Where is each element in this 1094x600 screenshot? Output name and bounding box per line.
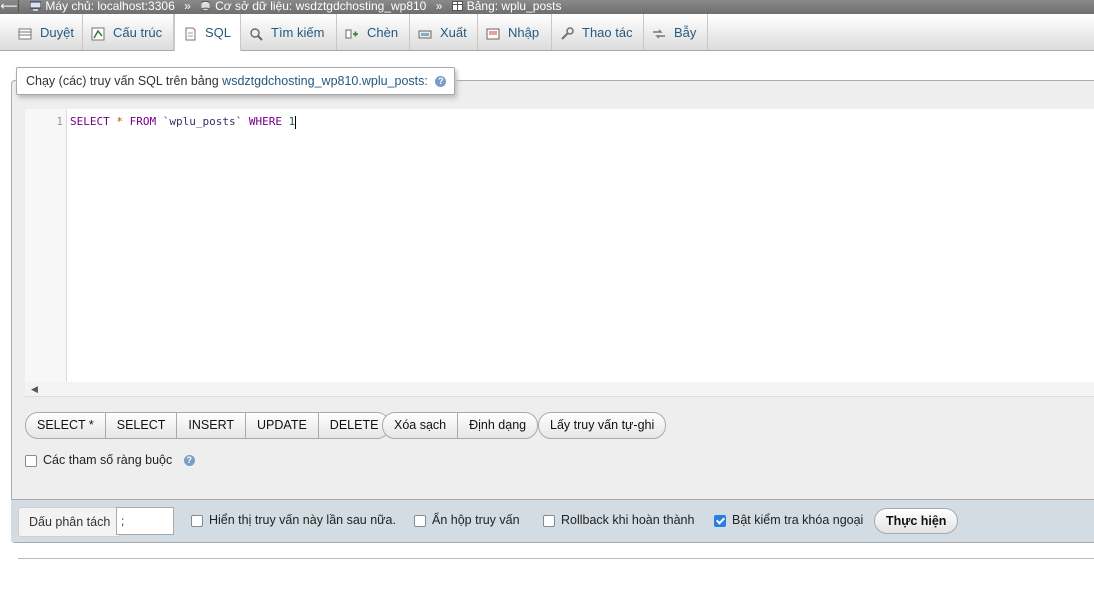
delimiter-label: Dấu phân tách [18,507,122,537]
breadcrumb-server[interactable]: Máy chủ: localhost:3306 [30,0,175,12]
token-star: * [116,115,123,128]
query-legend: Chạy (các) truy vấn SQL trên bảng wsdztg… [16,67,456,95]
tab-sql[interactable]: SQL [174,14,241,51]
show-again-option[interactable]: Hiển thị truy vấn này lần sau nữa. [191,513,396,527]
horizontal-scrollbar[interactable]: ◀ [25,382,1094,396]
bind-params-checkbox[interactable] [25,454,37,467]
back-arrow-icon[interactable]: ⟵ [0,0,19,12]
fk-check-option[interactable]: Bật kiểm tra khóa ngoại [714,513,863,527]
import-icon [486,28,500,40]
server-icon [30,1,42,11]
tab-export[interactable]: Xuất [410,14,478,50]
divider [18,558,1094,559]
clear-button[interactable]: Xóa sạch [383,413,457,438]
wrench-icon [561,26,574,40]
structure-icon [91,27,105,41]
edit-buttons: Xóa sạch Định dạng [382,412,539,439]
search-icon [250,27,263,41]
get-bookmark-button[interactable]: Lấy truy vấn tự-ghi [539,413,665,438]
tab-insert[interactable]: Chèn [337,14,410,50]
tab-operations[interactable]: Thao tác [552,14,644,50]
tab-search[interactable]: Tìm kiếm [241,14,337,50]
text-cursor [295,115,297,129]
tab-import[interactable]: Nhập [478,14,552,50]
line-gutter: 1 [25,109,67,382]
bind-params-option[interactable]: Các tham số ràng buộc ? [25,453,195,467]
query-options-bar: Dấu phân tách Hiển thị truy vấn này lần … [11,499,1094,542]
hide-box-option[interactable]: Ẩn hộp truy vấn [414,513,520,527]
fk-check-checkbox[interactable] [714,514,726,527]
breadcrumb: ⟵ Máy chủ: localhost:3306 » Cơ sở dữ liệ… [0,0,1094,14]
insert-button[interactable]: INSERT [176,413,245,438]
delimiter-input[interactable] [116,507,174,535]
triggers-icon [653,29,665,39]
line-number: 1 [56,115,63,128]
update-button[interactable]: UPDATE [245,413,318,438]
help-icon[interactable]: ? [435,76,447,88]
select-button[interactable]: SELECT [104,413,177,438]
select-star-button[interactable]: SELECT * [26,413,105,438]
insert-icon [345,29,358,39]
token-one: 1 [288,115,296,128]
kw-where: WHERE [248,115,282,128]
tab-triggers[interactable]: Bẫy [644,14,708,50]
query-template-buttons: SELECT * SELECT INSERT UPDATE DELETE [25,412,391,439]
kw-select: SELECT [70,115,110,128]
sql-icon [185,27,196,41]
token-table: `wplu_posts` [162,115,243,128]
show-again-checkbox[interactable] [191,514,203,527]
breadcrumb-table[interactable]: Bảng: wplu_posts [451,0,561,12]
bookmark-group: Lấy truy vấn tự-ghi [538,412,667,439]
format-button[interactable]: Định dạng [457,413,537,438]
tab-browse[interactable]: Duyệt [10,14,83,50]
rollback-option[interactable]: Rollback khi hoàn thành [543,513,694,527]
delete-button[interactable]: DELETE [317,413,390,438]
database-icon [201,1,211,11]
table-icon [451,1,463,11]
breadcrumb-database[interactable]: Cơ sở dữ liệu: wsdztgdchosting_wp810 [200,0,426,12]
kw-from: FROM [129,115,157,128]
sql-code-line[interactable]: SELECT * FROM `wplu_posts` WHERE 1 [70,115,297,129]
tab-structure[interactable]: Cấu trúc [83,14,174,50]
browse-icon [18,28,32,40]
rollback-checkbox[interactable] [543,514,555,527]
query-target[interactable]: wsdztgdchosting_wp810.wplu_posts: [222,74,428,88]
go-button[interactable]: Thực hiện [874,508,959,534]
export-icon [418,30,432,39]
hide-box-checkbox[interactable] [414,514,426,527]
sql-editor[interactable]: 1 SELECT * FROM `wplu_posts` WHERE 1 ◀ [25,109,1094,397]
scroll-left-icon[interactable]: ◀ [31,384,38,395]
help-icon[interactable]: ? [183,455,195,467]
tab-bar: Duyệt Cấu trúc SQL Tìm kiếm Chèn Xuất Nh… [0,14,1094,51]
